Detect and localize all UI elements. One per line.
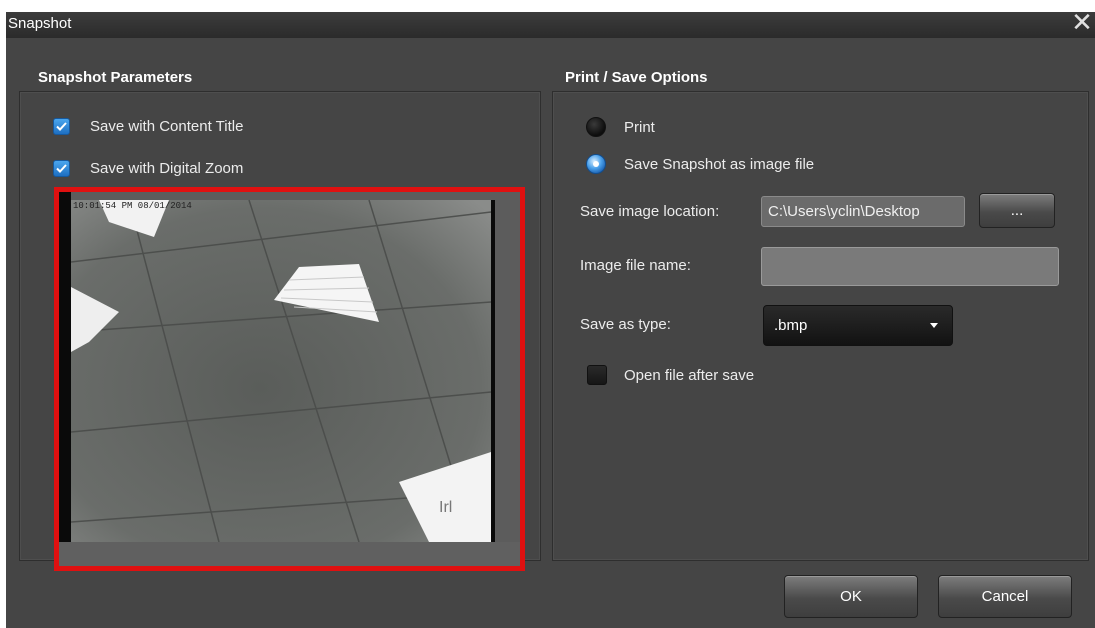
image-file-name-input[interactable] [761,247,1059,286]
cancel-button[interactable]: Cancel [938,575,1072,618]
save-as-type-value: .bmp [774,317,808,334]
save-with-content-title-row[interactable]: Save with Content Title [53,118,243,135]
save-snapshot-radio[interactable] [586,154,606,174]
save-as-type-select[interactable]: .bmp [763,305,953,346]
save-with-digital-zoom-row[interactable]: Save with Digital Zoom [53,160,243,177]
snapshot-parameters-title: Snapshot Parameters [38,69,193,86]
snapshot-preview: Irl 10:01:54 PM 08/01/2014 [54,187,525,571]
save-image-location-field[interactable]: C:\Users\yclin\Desktop [761,196,965,227]
image-file-name-label: Image file name: [580,257,691,274]
save-with-content-title-label: Save with Content Title [90,118,244,135]
snapshot-dialog: Snapshot ✕ Snapshot Parameters Save with… [6,8,1095,628]
save-snapshot-radio-row[interactable]: Save Snapshot as image file [586,154,814,174]
save-with-digital-zoom-label: Save with Digital Zoom [90,160,244,177]
close-icon[interactable]: ✕ [1071,8,1093,36]
camera-image: Irl 10:01:54 PM 08/01/2014 [59,192,520,566]
print-radio-row[interactable]: Print [586,117,655,137]
title-bar: Snapshot ✕ [6,8,1095,38]
save-with-digital-zoom-checkbox[interactable] [53,160,70,177]
print-save-options-title: Print / Save Options [565,69,708,86]
ok-button[interactable]: OK [784,575,918,618]
print-radio[interactable] [586,117,606,137]
save-with-content-title-checkbox[interactable] [53,118,70,135]
save-as-type-label: Save as type: [580,316,671,333]
save-snapshot-label: Save Snapshot as image file [624,155,815,173]
open-file-after-save-label: Open file after save [624,366,755,384]
print-label: Print [624,118,655,136]
checkmark-icon [56,164,67,173]
dialog-title: Snapshot [8,15,72,32]
preview-overlay-text: 10:01:54 PM 08/01/2014 [73,201,192,211]
open-file-after-save-checkbox[interactable] [587,365,607,385]
open-file-after-save-row[interactable]: Open file after save [587,365,754,385]
chevron-down-icon [930,323,938,328]
browse-button[interactable]: ... [979,193,1055,228]
floor-marking: Irl [439,499,452,516]
checkmark-icon [56,122,67,131]
save-image-location-label: Save image location: [580,203,720,220]
